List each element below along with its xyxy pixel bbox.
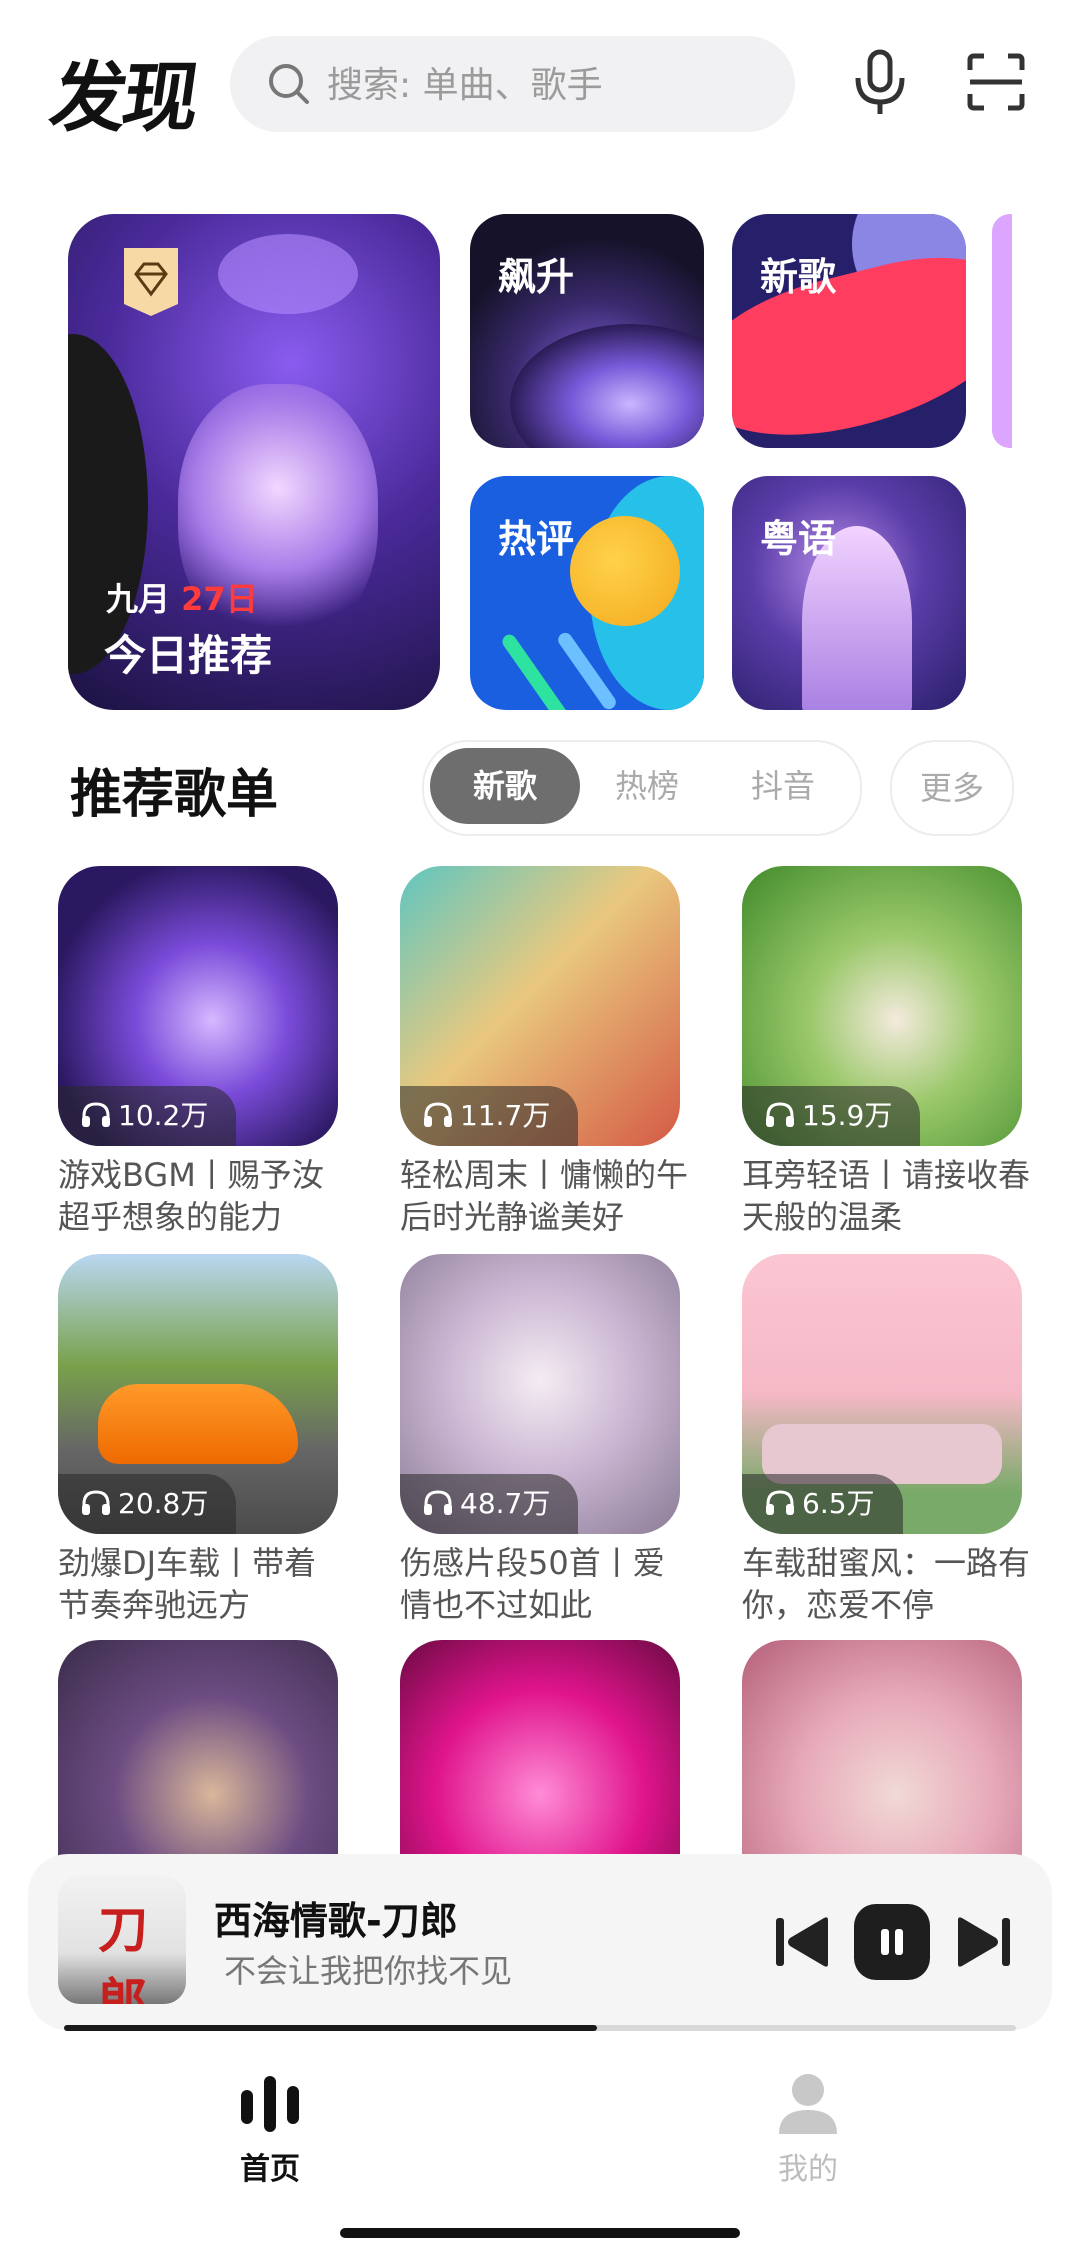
scan-icon[interactable] xyxy=(966,52,1026,112)
next-track-icon[interactable] xyxy=(952,1912,1016,1972)
playlist-title: 劲爆DJ车载丨带着节奏奔驰远方 xyxy=(58,1544,317,1624)
tile-label: 飙升 xyxy=(498,255,575,299)
playlist-cover: 48.7万 xyxy=(400,1254,680,1534)
play-count: 48.7万 xyxy=(460,1487,551,1520)
headphones-icon xyxy=(766,1102,794,1127)
search-bar[interactable] xyxy=(230,36,795,134)
play-count: 20.8万 xyxy=(118,1487,209,1520)
play-count: 11.7万 xyxy=(460,1099,551,1132)
nav-label-me: 我的 xyxy=(778,2152,838,2187)
more-button[interactable]: 更多 xyxy=(890,740,1014,836)
play-count: 10.2万 xyxy=(118,1099,209,1132)
tile-art xyxy=(570,516,680,626)
cover-art xyxy=(218,234,358,314)
tab-hot-chart[interactable]: 热榜 xyxy=(572,748,722,824)
microphone-icon[interactable] xyxy=(850,48,910,118)
chart-tile-soaring[interactable]: 飙升 xyxy=(470,214,704,448)
play-count-badge: 6.5万 xyxy=(742,1474,903,1534)
play-count-badge: 20.8万 xyxy=(58,1474,237,1534)
playlist-cover: 10.2万 xyxy=(58,866,338,1146)
playlist-cover: 6.5万 xyxy=(742,1254,1022,1534)
pause-icon xyxy=(881,1929,903,1955)
headphones-icon xyxy=(82,1102,110,1127)
headphones-icon xyxy=(766,1490,794,1515)
home-indicator[interactable] xyxy=(340,2228,740,2238)
play-count-badge: 48.7万 xyxy=(400,1474,579,1534)
cover-art xyxy=(98,1384,298,1464)
play-count: 6.5万 xyxy=(802,1487,875,1520)
search-icon xyxy=(269,64,309,104)
tile-label: 热评 xyxy=(498,517,575,561)
daily-month: 九月 xyxy=(106,580,171,618)
equalizer-home-icon xyxy=(241,2076,299,2132)
playlist-title: 游戏BGM丨赐予汝超乎想象的能力 xyxy=(58,1156,324,1236)
cover-logo: 刀郎 xyxy=(98,1901,148,2004)
playlist-title: 耳旁轻语丨请接收春天般的温柔 xyxy=(742,1156,1031,1236)
play-count: 15.9万 xyxy=(802,1099,893,1132)
chart-tile-hot-comments[interactable]: 热评 xyxy=(470,476,704,710)
playlist-cover: 11.7万 xyxy=(400,866,680,1146)
vip-badge-icon xyxy=(124,248,178,316)
nav-item-me[interactable]: 我的 xyxy=(708,2068,908,2188)
page-title: 发现 xyxy=(44,53,202,142)
playlist-cover: 15.9万 xyxy=(742,866,1022,1146)
mini-player[interactable]: 刀郎 西海情歌-刀郎 不会让我把你找不见 xyxy=(28,1854,1052,2030)
playback-progress-bar[interactable] xyxy=(64,2025,1016,2031)
now-playing-title: 西海情歌-刀郎 xyxy=(214,1899,458,1943)
headphones-icon xyxy=(424,1490,452,1515)
now-playing-cover: 刀郎 xyxy=(58,1876,186,2004)
play-count-badge: 10.2万 xyxy=(58,1086,237,1146)
chart-tile-new-songs[interactable]: 新歌 xyxy=(732,214,966,448)
playlist-tab-group: 新歌 热榜 抖音 xyxy=(422,740,862,836)
now-playing-lyric: 不会让我把你找不见 xyxy=(224,1952,513,1990)
playback-progress-fill xyxy=(64,2025,598,2031)
turntable-art xyxy=(510,324,704,448)
tile-label: 粤语 xyxy=(760,517,837,561)
nav-item-home[interactable]: 首页 xyxy=(170,2068,370,2188)
user-icon xyxy=(779,2074,837,2134)
daily-recommend-card[interactable]: 九月 27日 今日推荐 xyxy=(68,214,440,710)
headphones-icon xyxy=(424,1102,452,1127)
chart-tile-cantonese[interactable]: 粤语 xyxy=(732,476,966,710)
section-title: 推荐歌单 xyxy=(70,765,279,825)
pause-button[interactable] xyxy=(854,1904,930,1980)
playlist-title: 轻松周末丨慵懒的午后时光静谧美好 xyxy=(400,1156,689,1236)
tab-douyin[interactable]: 抖音 xyxy=(708,748,858,824)
daily-day: 27日 xyxy=(181,580,258,618)
tab-new-songs[interactable]: 新歌 xyxy=(430,748,580,824)
daily-date: 九月 27日 xyxy=(106,574,258,620)
header: 发现 xyxy=(0,0,1080,170)
tile-label: 新歌 xyxy=(760,255,837,299)
nav-label-home: 首页 xyxy=(240,2152,300,2187)
headphones-icon xyxy=(82,1490,110,1515)
play-count-badge: 15.9万 xyxy=(742,1086,921,1146)
chart-tile-next-partial[interactable] xyxy=(992,214,1012,448)
playlist-title: 伤感片段50首丨爱情也不过如此 xyxy=(400,1544,665,1624)
search-input[interactable] xyxy=(325,36,769,134)
play-count-badge: 11.7万 xyxy=(400,1086,579,1146)
daily-title: 今日推荐 xyxy=(104,631,273,680)
previous-track-icon[interactable] xyxy=(770,1912,834,1972)
playlist-cover: 20.8万 xyxy=(58,1254,338,1534)
playlist-title: 车载甜蜜风：一路有你，恋爱不停 xyxy=(742,1544,1031,1624)
bottom-nav: 首页 我的 xyxy=(0,2040,1080,2258)
